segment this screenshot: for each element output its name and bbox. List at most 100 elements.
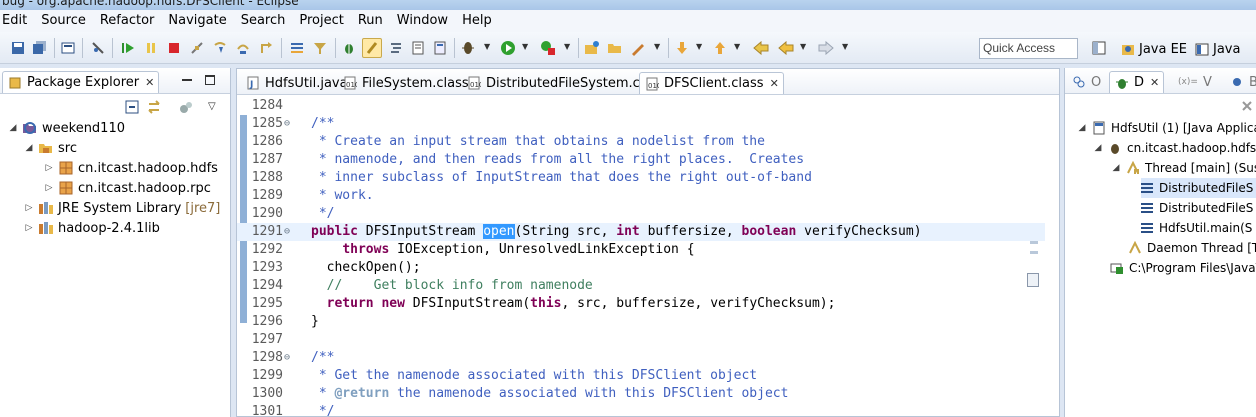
code-line[interactable]: 1296} bbox=[237, 313, 1045, 331]
forward-dropdown-icon[interactable]: ▼ bbox=[842, 42, 848, 51]
forward-icon[interactable] bbox=[818, 40, 834, 56]
collapsed-icon[interactable]: ▷ bbox=[24, 203, 34, 213]
menu-refactor[interactable]: Refactor bbox=[93, 10, 162, 32]
perspective-java[interactable]: Java bbox=[1195, 37, 1240, 61]
collapsed-icon[interactable]: ▷ bbox=[44, 163, 54, 173]
resume-icon[interactable] bbox=[120, 40, 136, 56]
pen-dropdown-icon[interactable]: ▼ bbox=[654, 42, 660, 51]
menu-search[interactable]: Search bbox=[234, 10, 293, 32]
quick-access-field[interactable]: Quick Access bbox=[979, 38, 1078, 59]
expanded-icon[interactable]: ◢ bbox=[1077, 123, 1087, 133]
run-dropdown-icon[interactable]: ▼ bbox=[522, 42, 528, 51]
tab-package-explorer[interactable]: Package Explorer ✕ bbox=[2, 71, 160, 93]
code-line[interactable]: 1292 throws IOException, UnresolvedLinkE… bbox=[237, 241, 1045, 259]
console-icon[interactable] bbox=[60, 40, 76, 56]
collapsed-icon[interactable]: ▷ bbox=[44, 183, 54, 193]
tab-hdfsutil-java[interactable]: J HdfsUtil.java bbox=[241, 72, 352, 94]
overview-ruler-mark[interactable] bbox=[1030, 241, 1038, 244]
save-icon[interactable] bbox=[10, 40, 26, 56]
code-line[interactable]: 1288 * inner subclass of InputStream tha… bbox=[237, 169, 1045, 187]
expanded-icon[interactable]: ◢ bbox=[1111, 163, 1121, 173]
toggle-block-selection-icon[interactable] bbox=[388, 40, 404, 56]
code-line[interactable]: 1300 * @return the namenode associated w… bbox=[237, 385, 1045, 403]
tree-item-package-hdfs[interactable]: ▷ cn.itcast.hadoop.hdfs bbox=[44, 158, 218, 178]
code-line[interactable]: 1286 * Create an input stream that obtai… bbox=[237, 133, 1045, 151]
open-perspective-icon[interactable] bbox=[1091, 40, 1107, 56]
tab-outline[interactable]: O bbox=[1067, 71, 1105, 93]
close-icon[interactable]: ✕ bbox=[145, 76, 154, 89]
step-return-icon[interactable] bbox=[258, 40, 274, 56]
tab-breakpoints[interactable]: B bbox=[1225, 71, 1256, 93]
debug-dropdown-icon[interactable]: ▼ bbox=[484, 42, 490, 51]
code-line[interactable]: 1285 ⊖/** bbox=[237, 115, 1045, 133]
tree-item-hadoop-lib[interactable]: ▷ hadoop-2.4.1lib bbox=[24, 218, 160, 238]
link-with-editor-icon[interactable] bbox=[146, 99, 162, 115]
close-icon[interactable]: ✕ bbox=[770, 77, 779, 90]
save-all-icon[interactable] bbox=[32, 40, 48, 56]
code-line[interactable]: 1295 return new DFSInputStream(this, src… bbox=[237, 295, 1045, 313]
code-line[interactable]: 1290 */ bbox=[237, 205, 1045, 223]
next-annotation-icon[interactable] bbox=[674, 40, 690, 56]
minimize-icon[interactable] bbox=[182, 75, 192, 85]
last-edit-location-icon[interactable] bbox=[753, 40, 769, 56]
fold-collapse-icon[interactable]: ⊖ bbox=[284, 349, 290, 367]
tree-item-src[interactable]: ◢ src bbox=[24, 138, 77, 158]
suspend-icon[interactable] bbox=[143, 40, 159, 56]
pen-icon[interactable] bbox=[630, 40, 646, 56]
code-line[interactable]: 1294 // Get block info from namenode bbox=[237, 277, 1045, 295]
previous-annotation-dropdown-icon[interactable]: ▼ bbox=[734, 42, 740, 51]
expanded-icon[interactable]: ◢ bbox=[1093, 143, 1103, 153]
stack-frame[interactable]: DistributedFileS bbox=[1141, 198, 1253, 218]
stack-frame[interactable]: HdfsUtil.main(S bbox=[1141, 218, 1252, 238]
code-line[interactable]: 1299 * Get the namenode associated with … bbox=[237, 367, 1045, 385]
menu-run[interactable]: Run bbox=[351, 10, 390, 32]
skip-breakpoints-icon[interactable] bbox=[90, 40, 106, 56]
menu-navigate[interactable]: Navigate bbox=[161, 10, 233, 32]
code-line[interactable]: 1301 */ bbox=[237, 403, 1045, 417]
code-line[interactable]: 1293 checkOpen(); bbox=[237, 259, 1045, 277]
step-into-icon[interactable] bbox=[212, 40, 228, 56]
debug-icon[interactable] bbox=[341, 40, 357, 56]
new-package-icon[interactable] bbox=[584, 40, 600, 56]
overview-ruler-mark[interactable] bbox=[1030, 251, 1038, 254]
tab-filesystem-class[interactable]: 010 FileSystem.class bbox=[338, 72, 473, 94]
tab-debug[interactable]: D ✕ bbox=[1109, 71, 1165, 93]
debug-process[interactable]: C:\Program Files\Java\ bbox=[1109, 258, 1256, 278]
menu-project[interactable]: Project bbox=[292, 10, 350, 32]
collapse-all-icon[interactable] bbox=[124, 99, 140, 115]
vertical-scrollbar-thumb[interactable] bbox=[1027, 273, 1039, 287]
code-line[interactable]: 1284 bbox=[237, 97, 1045, 115]
maximize-icon[interactable] bbox=[205, 75, 215, 85]
show-source-icon[interactable] bbox=[432, 40, 448, 56]
tree-item-package-rpc[interactable]: ▷ cn.itcast.hadoop.rpc bbox=[44, 178, 211, 198]
expanded-icon[interactable]: ◢ bbox=[8, 123, 18, 133]
fold-collapse-icon[interactable]: ⊖ bbox=[284, 115, 290, 133]
code-line[interactable]: 1289 * work. bbox=[237, 187, 1045, 205]
back-dropdown-icon[interactable]: ▼ bbox=[800, 42, 806, 51]
code-line-current[interactable]: 1291 ⊖ public DFSInputStream open(String s… bbox=[237, 223, 1045, 241]
close-icon[interactable]: ✕ bbox=[1150, 76, 1159, 89]
tab-dfsclient-class[interactable]: 010 DFSClient.class ✕ bbox=[639, 72, 784, 94]
tree-item-weekend110[interactable]: ◢ weekend110 bbox=[8, 118, 125, 138]
external-dropdown-icon[interactable]: ▼ bbox=[564, 42, 570, 51]
drop-to-frame-icon[interactable] bbox=[289, 40, 305, 56]
stack-frame[interactable]: DistributedFileS bbox=[1141, 178, 1256, 198]
menu-edit[interactable]: Edit bbox=[0, 10, 34, 32]
run-external-icon[interactable] bbox=[540, 40, 556, 56]
debug-run-icon[interactable] bbox=[460, 40, 476, 56]
view-menu-icon[interactable]: ▽ bbox=[208, 101, 216, 112]
terminate-icon[interactable] bbox=[166, 40, 182, 56]
code-line[interactable]: 1298 ⊖/** bbox=[237, 349, 1045, 367]
toggle-mark-occurrences-icon[interactable] bbox=[362, 38, 382, 58]
code-line[interactable]: 1297 bbox=[237, 331, 1045, 349]
next-annotation-dropdown-icon[interactable]: ▼ bbox=[696, 42, 702, 51]
debug-target-item[interactable]: ◢ cn.itcast.hadoop.hdfs. bbox=[1093, 138, 1256, 158]
tab-distributedfilesystem-class[interactable]: 010 DistributedFileSystem.class bbox=[462, 72, 669, 94]
open-folder-icon[interactable] bbox=[607, 40, 623, 56]
previous-annotation-icon[interactable] bbox=[712, 40, 728, 56]
menu-window[interactable]: Window bbox=[390, 10, 455, 32]
menu-source[interactable]: Source bbox=[34, 10, 93, 32]
collapsed-icon[interactable]: ▷ bbox=[24, 223, 34, 233]
fold-collapse-icon[interactable]: ⊖ bbox=[284, 223, 290, 241]
debug-thread-main[interactable]: ◢ Thread [main] (Sus bbox=[1111, 158, 1256, 178]
